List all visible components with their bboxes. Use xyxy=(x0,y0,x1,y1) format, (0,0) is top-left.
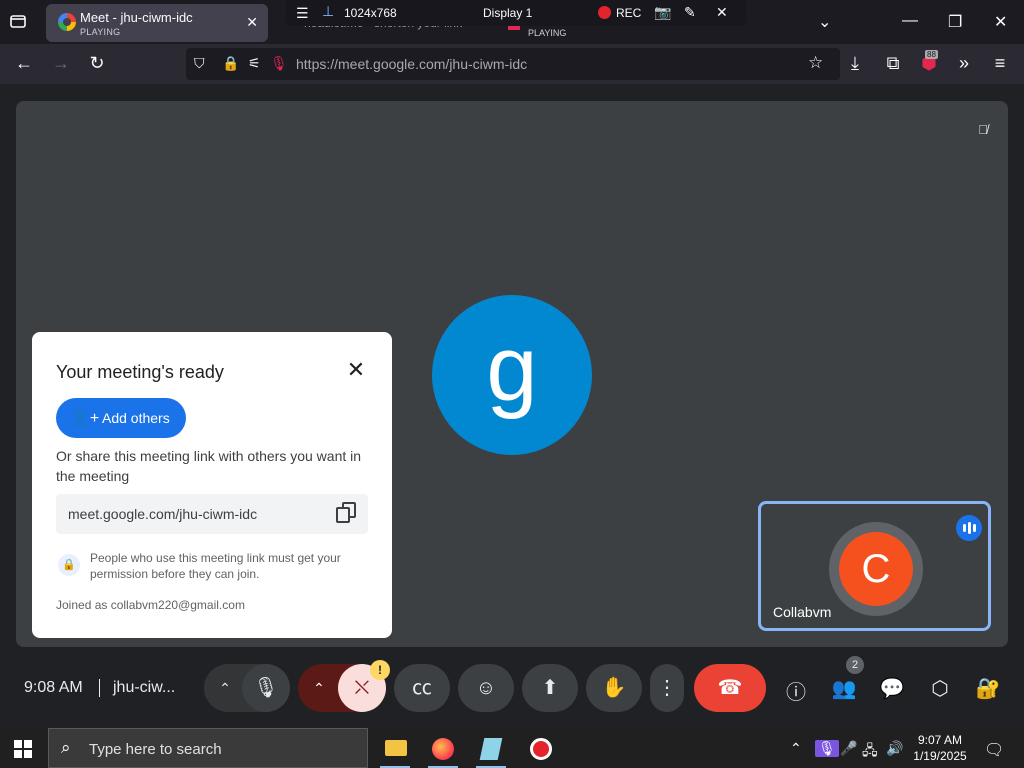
recorder-app-icon[interactable] xyxy=(522,732,560,768)
leave-call-button[interactable]: ☎ xyxy=(694,664,766,712)
mic-permission-icon[interactable]: 🎙 xyxy=(270,55,288,72)
downloads-icon[interactable]: ⤓ xyxy=(844,53,866,74)
meeting-link[interactable]: meet.google.com/jhu-ciwm-idc xyxy=(68,506,257,522)
mic-off-indicator-icon: 🎙̸ xyxy=(978,122,988,137)
reload-icon[interactable]: ↻ xyxy=(86,53,108,74)
clock-date: 1/19/2025 xyxy=(913,749,967,763)
volume-icon[interactable]: 🔊 xyxy=(886,740,903,757)
add-others-label: Add others xyxy=(102,410,170,426)
host-controls-icon[interactable]: 🔐 xyxy=(975,676,1001,701)
mic-options-chevron-icon[interactable]: ⌃ xyxy=(208,664,242,712)
url-bar[interactable]: ⛉ 🔒 ⚟ 🎙 https://meet.google.com/jhu-ciwm… xyxy=(186,48,840,80)
tray-mic-icon[interactable]: 🎤 xyxy=(840,740,857,757)
app-menu-icon[interactable]: ≡ xyxy=(989,53,1011,74)
camera-warning-icon: ! xyxy=(370,660,390,680)
add-others-button[interactable]: 👤+ Add others xyxy=(56,398,186,438)
meeting-time: 9:08 AM xyxy=(24,679,83,696)
notepad-app-icon[interactable] xyxy=(472,732,510,768)
voice-access-icon[interactable]: 🎙 xyxy=(815,740,839,757)
tab-playing-label: PLAYING xyxy=(80,27,121,37)
taskbar-clock[interactable]: 9:07 AM 1/19/2025 xyxy=(908,732,972,764)
present-screen-button[interactable]: ⬆ xyxy=(522,664,578,712)
bookmark-star-icon[interactable]: ☆ xyxy=(808,53,823,73)
firefox-icon[interactable] xyxy=(424,732,462,768)
self-view-tile[interactable]: C Collabvm xyxy=(758,501,991,631)
windows-start-icon[interactable] xyxy=(14,740,32,758)
microphone-button[interactable]: 🎙 xyxy=(242,664,290,712)
browser-tab-bar: Meet - jhu-ciwm-idc PLAYING ✕ headlet.me… xyxy=(0,0,1024,44)
captions-button[interactable]: ㏄ xyxy=(394,664,450,712)
dialog-close-icon[interactable]: ✕ xyxy=(344,358,368,382)
people-count-badge: 2 xyxy=(846,656,864,674)
recorder-rec-label[interactable]: REC xyxy=(616,6,641,20)
tab-title: Meet - jhu-ciwm-idc xyxy=(80,10,193,25)
tab-meet[interactable]: Meet - jhu-ciwm-idc PLAYING ✕ xyxy=(46,4,268,42)
restore-icon[interactable]: ❐ xyxy=(948,12,962,32)
meeting-link-box: meet.google.com/jhu-ciwm-idc xyxy=(56,494,368,534)
search-placeholder: Type here to search xyxy=(89,741,222,758)
tab-close-icon[interactable]: ✕ xyxy=(246,14,258,31)
file-explorer-icon[interactable] xyxy=(376,732,414,768)
tab-overflow-chevron-icon[interactable]: ⌄ xyxy=(818,12,831,32)
taskbar-search-box[interactable]: ⌕ Type here to search xyxy=(48,728,368,768)
extensions-icon[interactable]: ⧉ xyxy=(882,53,904,74)
shield-lock-icon: 🔒 xyxy=(58,554,80,576)
browser-nav-bar: ← → ↻ ⛉ 🔒 ⚟ 🎙 https://meet.google.com/jh… xyxy=(0,44,1024,84)
network-icon[interactable]: 🖧 xyxy=(862,740,878,764)
tray-chevron-icon[interactable]: ⌃ xyxy=(790,740,802,757)
bg-tab-playing-label: PLAYING xyxy=(528,28,567,38)
notification-icon[interactable]: 🗨 xyxy=(984,740,1004,760)
speaking-indicator-icon xyxy=(956,515,982,541)
copy-icon[interactable] xyxy=(336,502,358,524)
search-icon: ⌕ xyxy=(61,738,71,757)
recorder-resolution: 1024x768 xyxy=(344,6,397,20)
tab-list-icon[interactable] xyxy=(8,11,32,35)
add-person-icon: 👤+ xyxy=(70,410,100,427)
back-arrow-icon[interactable]: ← xyxy=(13,53,35,74)
overflow-chevron-icon[interactable]: » xyxy=(953,53,975,74)
participant-avatar: g xyxy=(432,295,592,455)
windows-taskbar: ⌕ Type here to search ⌃ 🎙 🎤 🖧 🔊 9:07 AM … xyxy=(0,728,1024,768)
self-avatar: C xyxy=(839,532,913,606)
screen: Meet - jhu-ciwm-idc PLAYING ✕ headlet.me… xyxy=(0,0,1024,768)
window-close-icon[interactable]: ✕ xyxy=(994,12,1007,32)
camera-icon[interactable]: 📷 xyxy=(654,4,671,21)
camera-options-chevron-icon[interactable]: ⌃ xyxy=(302,664,336,712)
recorder-toolbar: ☰ ⊥ 1024x768 Display 1 REC 📷 ✎ ✕ xyxy=(286,0,746,26)
joined-as-text: Joined as collabvm220@gmail.com xyxy=(56,598,245,612)
pen-icon[interactable]: ✎ xyxy=(684,4,696,21)
lock-icon[interactable]: 🔒 xyxy=(222,55,239,72)
self-name: Collabvm xyxy=(773,604,832,620)
permission-note: People who use this meeting link must ge… xyxy=(90,551,341,581)
more-options-button[interactable]: ⋮ xyxy=(650,664,684,712)
meet-favicon-icon xyxy=(58,13,76,31)
dialog-title: Your meeting's ready xyxy=(56,362,224,382)
extension-badge: 88 xyxy=(925,50,938,59)
meeting-code: jhu-ciw... xyxy=(113,679,176,696)
meeting-ready-dialog: Your meeting's ready ✕ 👤+ Add others Or … xyxy=(32,332,392,638)
recorder-menu-icon[interactable]: ☰ xyxy=(296,5,309,22)
recorder-display[interactable]: Display 1 xyxy=(483,6,532,20)
divider xyxy=(99,679,100,697)
url-text[interactable]: https://meet.google.com/jhu-ciwm-idc xyxy=(296,56,527,72)
meeting-details-icon[interactable]: ⓘ xyxy=(783,676,809,705)
people-icon[interactable]: 👥 xyxy=(831,676,857,701)
clock-time: 9:07 AM xyxy=(917,733,963,747)
minimize-icon[interactable]: — xyxy=(902,12,918,30)
reactions-button[interactable]: ☺ xyxy=(458,664,514,712)
forward-arrow-icon[interactable]: → xyxy=(50,53,72,74)
shield-tracking-icon[interactable]: ⛉ xyxy=(194,55,205,72)
pin-icon[interactable]: ⊥ xyxy=(322,3,334,20)
chat-icon[interactable]: 💬 xyxy=(879,676,905,701)
share-instructions: Or share this meeting link with others y… xyxy=(56,448,362,484)
activities-icon[interactable]: ⬡ xyxy=(927,676,953,701)
recorder-close-icon[interactable]: ✕ xyxy=(716,4,728,21)
permissions-icon[interactable]: ⚟ xyxy=(248,55,261,72)
record-dot-icon[interactable] xyxy=(598,6,611,19)
raise-hand-button[interactable]: ✋ xyxy=(586,664,642,712)
